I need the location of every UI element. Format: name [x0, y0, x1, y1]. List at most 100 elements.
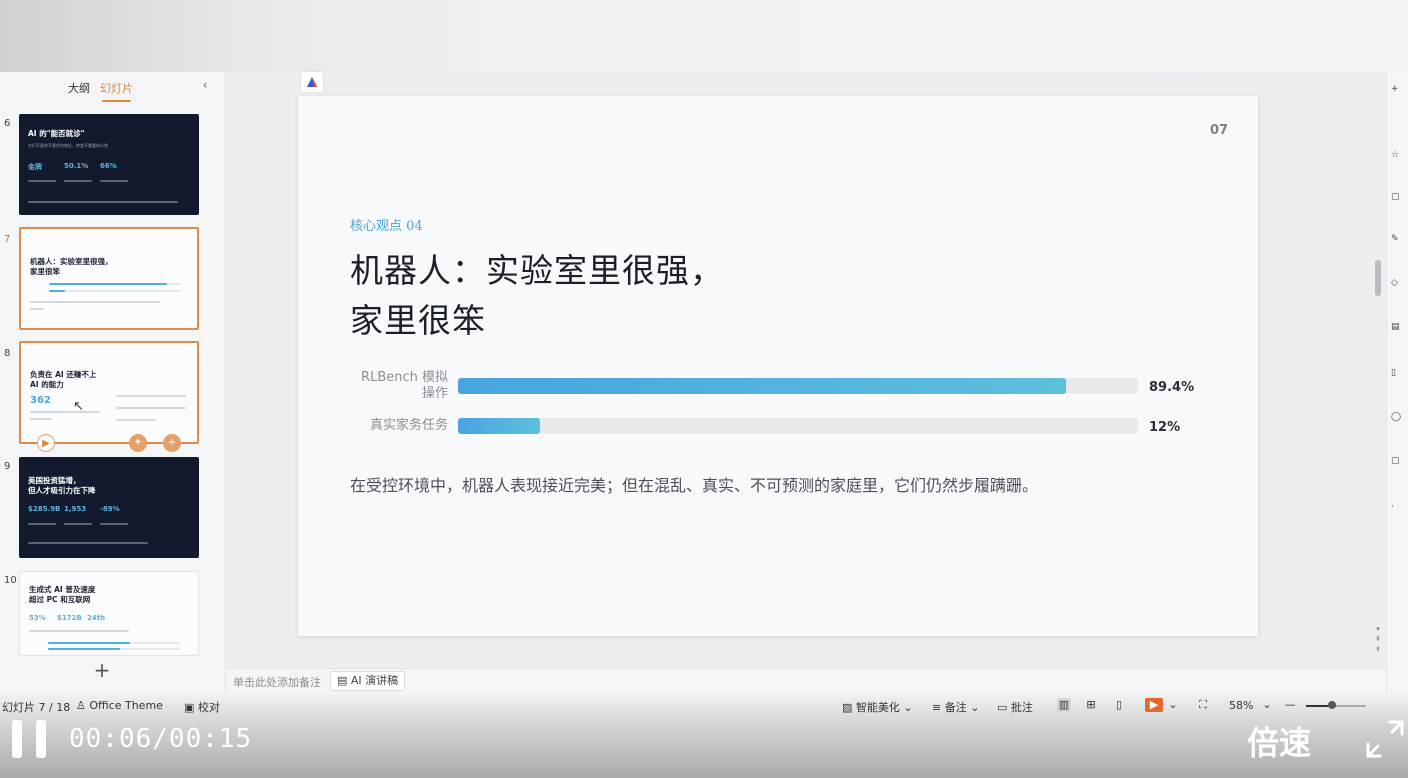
- tab-outline[interactable]: 大纲: [68, 80, 90, 96]
- thumb-text-line: [116, 395, 186, 397]
- thumb-title: 生成式 AI 普及速度: [29, 585, 96, 594]
- proof-label: 校对: [197, 701, 220, 714]
- slide-body-text: 在受控环境中，机器人表现接近完美；但在混乱、真实、不可预测的家庭里，它们仍然步履…: [350, 476, 1039, 495]
- bar-label-rlbench: RLBench 模拟 操作: [344, 370, 448, 402]
- tab-slides[interactable]: 幻灯片: [100, 80, 133, 102]
- chevron-down-icon[interactable]: ⌄: [1260, 698, 1274, 712]
- rail-button-5[interactable]: ◇: [1391, 278, 1408, 308]
- smart-layout-icon[interactable]: ✦: [129, 434, 147, 452]
- proof-icon: ▣: [184, 701, 195, 714]
- rail-button-7[interactable]: ▯: [1391, 368, 1408, 398]
- bar-label-household: 真实家务任务: [344, 418, 448, 434]
- thumb-text-line: [64, 180, 92, 182]
- bar-fill-rlbench: [458, 378, 1066, 394]
- scroll-page-arrows[interactable]: ▾ ⇞ ⇟: [1373, 624, 1383, 654]
- document-icon: ▤: [337, 674, 348, 687]
- thumb-number: 8: [4, 348, 11, 359]
- theme-icon: ♙: [76, 699, 86, 712]
- rail-button-6[interactable]: ▤: [1391, 322, 1408, 352]
- notes-input[interactable]: 单击此处添加备注: [233, 674, 321, 690]
- rail-button-9[interactable]: ▢: [1391, 456, 1408, 486]
- theme-name[interactable]: ♙ Office Theme: [76, 699, 163, 712]
- playback-speed-button[interactable]: 倍速: [1247, 718, 1311, 764]
- thumb-stat: 66%: [100, 162, 117, 170]
- slide-kicker: 核心观点 04: [350, 219, 423, 234]
- thumb-bar: [49, 283, 167, 285]
- rail-button-8[interactable]: ◯: [1391, 412, 1408, 442]
- thumb-text-line: [28, 523, 56, 525]
- ai-script-label: AI 演讲稿: [350, 674, 399, 687]
- thumb-bar: [48, 642, 130, 644]
- thumb-title: 美国投资猛增，: [28, 476, 81, 485]
- playback-time: 00:06/00:15: [69, 724, 253, 754]
- comment-icon: ▭: [997, 701, 1008, 714]
- smart-beautify-label: 智能美化: [855, 701, 900, 714]
- bar-fill-household: [458, 418, 540, 434]
- current-slide[interactable]: 07 核心观点 04 机器人：实验室里很强， 家里很笨 RLBench 模拟 操…: [298, 96, 1258, 636]
- fullscreen-button[interactable]: [1366, 720, 1404, 758]
- comment-label: 批注: [1010, 701, 1033, 714]
- thumb-stat: $285.9B: [28, 505, 61, 513]
- pause-icon: [12, 720, 22, 758]
- slide-thumbnail-8[interactable]: 负责在 AI 还赚不上 AI 的能力 362 ↖: [19, 341, 199, 444]
- thumb-text-line: [100, 523, 128, 525]
- thumb-bar: [49, 290, 65, 292]
- slide-counter: 幻灯片 7 / 18: [2, 701, 71, 714]
- rail-button-10[interactable]: ·: [1391, 502, 1408, 532]
- zoom-out-icon[interactable]: —: [1283, 698, 1297, 712]
- mouse-cursor-icon: ↖: [73, 399, 84, 414]
- app-logo-icon[interactable]: [301, 72, 323, 92]
- chevron-down-icon: ⌄: [970, 701, 980, 714]
- play-icon[interactable]: ▶: [37, 434, 55, 452]
- add-icon[interactable]: +: [163, 434, 181, 452]
- slide-title-line: 机器人：实验室里很强，: [350, 251, 724, 290]
- normal-view-icon[interactable]: ▥: [1057, 698, 1071, 712]
- chevron-left-icon[interactable]: ‹: [198, 78, 212, 94]
- thumb-text-line: [30, 308, 44, 310]
- grid-view-icon[interactable]: ⊞: [1084, 698, 1098, 712]
- zoom-level[interactable]: 58%: [1229, 699, 1253, 712]
- bar-label-line: RLBench 模拟: [361, 370, 448, 385]
- thumb-stat: 金牌: [28, 163, 42, 171]
- smart-beautify-button[interactable]: ▨ 智能美化 ⌄: [842, 699, 913, 715]
- slide-page-number: 07: [1210, 123, 1229, 138]
- reading-view-icon[interactable]: ▯: [1112, 698, 1126, 712]
- slide-thumbnail-7[interactable]: 机器人：实验室里很强， 家里很笨: [19, 227, 199, 330]
- thumb-subtitle: 它们不要的不要任何地址，转变不需要的计划: [28, 143, 108, 148]
- notes-toggle-button[interactable]: ≡ 备注 ⌄: [932, 699, 979, 715]
- rail-button-1[interactable]: +: [1391, 84, 1408, 114]
- right-tool-rail: + ☆ ▢ ✎ ◇ ▤ ▯ ◯ ▢ ·: [1386, 72, 1408, 694]
- window-top-bar: [0, 0, 1408, 72]
- rail-button-4[interactable]: ✎: [1391, 234, 1408, 264]
- bar-track-rlbench: [458, 378, 1138, 394]
- thumb-big-number: 362: [30, 395, 51, 406]
- slideshow-play-icon[interactable]: ▶: [1145, 698, 1163, 712]
- add-slide-button[interactable]: +: [92, 660, 112, 680]
- proof-button[interactable]: ▣ 校对: [184, 699, 220, 715]
- rail-button-2[interactable]: ☆: [1391, 150, 1408, 180]
- chevron-down-icon[interactable]: ⌄: [1166, 698, 1180, 712]
- thumb-title: 家里很笨: [30, 267, 60, 276]
- zoom-slider-handle[interactable]: [1328, 701, 1336, 709]
- panel-tabs: 大纲 幻灯片 ‹: [0, 72, 226, 106]
- bar-label-line: 操作: [421, 386, 448, 401]
- ai-script-button[interactable]: ▤ AI 演讲稿: [330, 671, 406, 691]
- notes-bar: 单击此处添加备注 ▤ AI 演讲稿: [226, 668, 1386, 694]
- slide-thumbnail-9[interactable]: 美国投资猛增， 但人才吸引力在下降 $285.9B 1,953 -89%: [19, 457, 199, 558]
- slide-thumbnail-6[interactable]: AI 的"能否就诊" 它们不要的不要任何地址，转变不需要的计划 金牌 50.1%…: [19, 114, 199, 215]
- bar-label-line: 真实家务任务: [369, 418, 448, 433]
- pause-button[interactable]: [12, 720, 46, 758]
- thumb-number: 10: [4, 575, 17, 586]
- comment-button[interactable]: ▭ 批注: [997, 699, 1033, 715]
- zoom-slider[interactable]: [1306, 705, 1366, 707]
- thumb-text-line: [100, 180, 128, 182]
- rail-button-3[interactable]: ▢: [1391, 192, 1408, 222]
- chevron-down-icon: ⌄: [903, 701, 913, 714]
- thumb-text-line: [28, 542, 148, 544]
- slide-title-line: 家里很笨: [350, 301, 486, 340]
- slide-thumbnail-10[interactable]: 生成式 AI 普及速度 超过 PC 和互联网 53% $172B 24th: [19, 571, 199, 656]
- vertical-scrollbar[interactable]: [1375, 260, 1381, 296]
- fit-window-icon[interactable]: ⛶: [1196, 698, 1210, 712]
- thumb-text-line: [30, 418, 52, 420]
- thumb-text-line: [64, 523, 92, 525]
